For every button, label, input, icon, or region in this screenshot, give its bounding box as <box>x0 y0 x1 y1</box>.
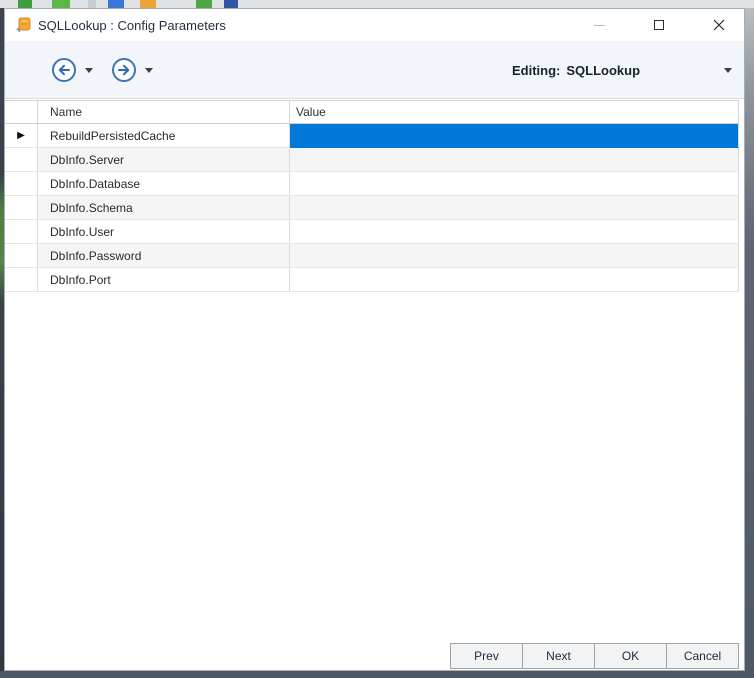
desktop-icon-fragment <box>18 0 32 8</box>
prev-button[interactable]: Prev <box>450 643 523 669</box>
back-button[interactable] <box>51 57 77 83</box>
param-value-cell[interactable] <box>290 124 739 148</box>
grid-header-row: Name Value <box>5 101 739 124</box>
grid-rows: ▶ RebuildPersistedCache DbInfo.Server Db… <box>5 124 739 292</box>
editing-value: SQLLookup <box>566 62 641 78</box>
close-button[interactable] <box>704 11 734 39</box>
minimize-icon <box>593 24 605 26</box>
table-row[interactable]: DbInfo.Schema <box>5 196 739 220</box>
param-name-cell[interactable]: DbInfo.Port <box>38 268 290 292</box>
desktop-icons-strip <box>0 0 754 8</box>
background-window-bottom-edge <box>0 671 754 678</box>
table-row[interactable]: ▶ RebuildPersistedCache <box>5 124 739 148</box>
navigation-buttons <box>51 41 153 99</box>
row-indicator-icon: ▶ <box>17 129 25 141</box>
app-icon <box>15 17 31 33</box>
minimize-button[interactable] <box>584 11 614 39</box>
param-name-cell[interactable]: DbInfo.Password <box>38 244 290 268</box>
forward-dropdown-caret-icon[interactable] <box>145 67 153 73</box>
param-value-cell[interactable] <box>290 172 739 196</box>
desktop-background: SQLLookup : Config Parameters Editing: S… <box>0 0 754 678</box>
row-indicator-cell <box>5 172 38 196</box>
param-value-cell[interactable] <box>290 220 739 244</box>
editing-dropdown-caret-icon <box>724 67 732 73</box>
row-indicator-cell <box>5 220 38 244</box>
param-value-cell[interactable] <box>290 196 739 220</box>
param-name-cell[interactable]: DbInfo.Schema <box>38 196 290 220</box>
forward-button[interactable] <box>111 57 137 83</box>
param-name-cell[interactable]: DbInfo.Database <box>38 172 290 196</box>
row-indicator-cell <box>5 244 38 268</box>
toolbar: Editing: SQLLookup <box>5 41 744 99</box>
table-row[interactable]: DbInfo.Server <box>5 148 739 172</box>
title-bar: SQLLookup : Config Parameters <box>5 9 744 41</box>
table-row[interactable]: DbInfo.Database <box>5 172 739 196</box>
desktop-icon-fragment <box>140 0 156 8</box>
column-header-name[interactable]: Name <box>38 101 290 123</box>
background-window-right-edge <box>745 8 754 678</box>
row-indicator-cell: ▶ <box>5 124 38 148</box>
footer-buttons: Prev Next OK Cancel <box>450 643 739 669</box>
cancel-button[interactable]: Cancel <box>666 643 739 669</box>
maximize-button[interactable] <box>644 11 674 39</box>
close-icon <box>713 19 725 31</box>
parameters-grid: Name Value ▶ RebuildPersistedCache DbInf… <box>5 100 739 292</box>
param-value-cell[interactable] <box>290 244 739 268</box>
config-parameters-dialog: SQLLookup : Config Parameters Editing: S… <box>4 8 745 671</box>
param-value-cell[interactable] <box>290 148 739 172</box>
back-dropdown-caret-icon[interactable] <box>85 67 93 73</box>
forward-icon <box>112 58 136 82</box>
back-icon <box>52 58 76 82</box>
window-controls <box>584 9 734 41</box>
ok-button[interactable]: OK <box>594 643 667 669</box>
grid-corner-cell <box>5 101 38 123</box>
param-value-cell[interactable] <box>290 268 739 292</box>
row-indicator-cell <box>5 148 38 172</box>
desktop-icon-fragment <box>88 0 96 8</box>
param-name-cell[interactable]: DbInfo.Server <box>38 148 290 172</box>
editing-label: Editing: <box>512 62 561 78</box>
row-indicator-cell <box>5 196 38 220</box>
table-row[interactable]: DbInfo.User <box>5 220 739 244</box>
desktop-icon-fragment <box>196 0 212 8</box>
desktop-icon-fragment <box>52 0 70 8</box>
row-indicator-cell <box>5 268 38 292</box>
table-row[interactable]: DbInfo.Password <box>5 244 739 268</box>
editing-combobox[interactable]: Editing: SQLLookup <box>512 41 738 99</box>
param-name-cell[interactable]: DbInfo.User <box>38 220 290 244</box>
maximize-icon <box>654 20 664 30</box>
desktop-icon-fragment <box>108 0 124 8</box>
dialog-title: SQLLookup : Config Parameters <box>38 17 226 33</box>
desktop-icon-fragment <box>224 0 238 8</box>
column-header-value[interactable]: Value <box>290 101 739 123</box>
param-name-cell[interactable]: RebuildPersistedCache <box>38 124 290 148</box>
next-button[interactable]: Next <box>522 643 595 669</box>
table-row[interactable]: DbInfo.Port <box>5 268 739 292</box>
